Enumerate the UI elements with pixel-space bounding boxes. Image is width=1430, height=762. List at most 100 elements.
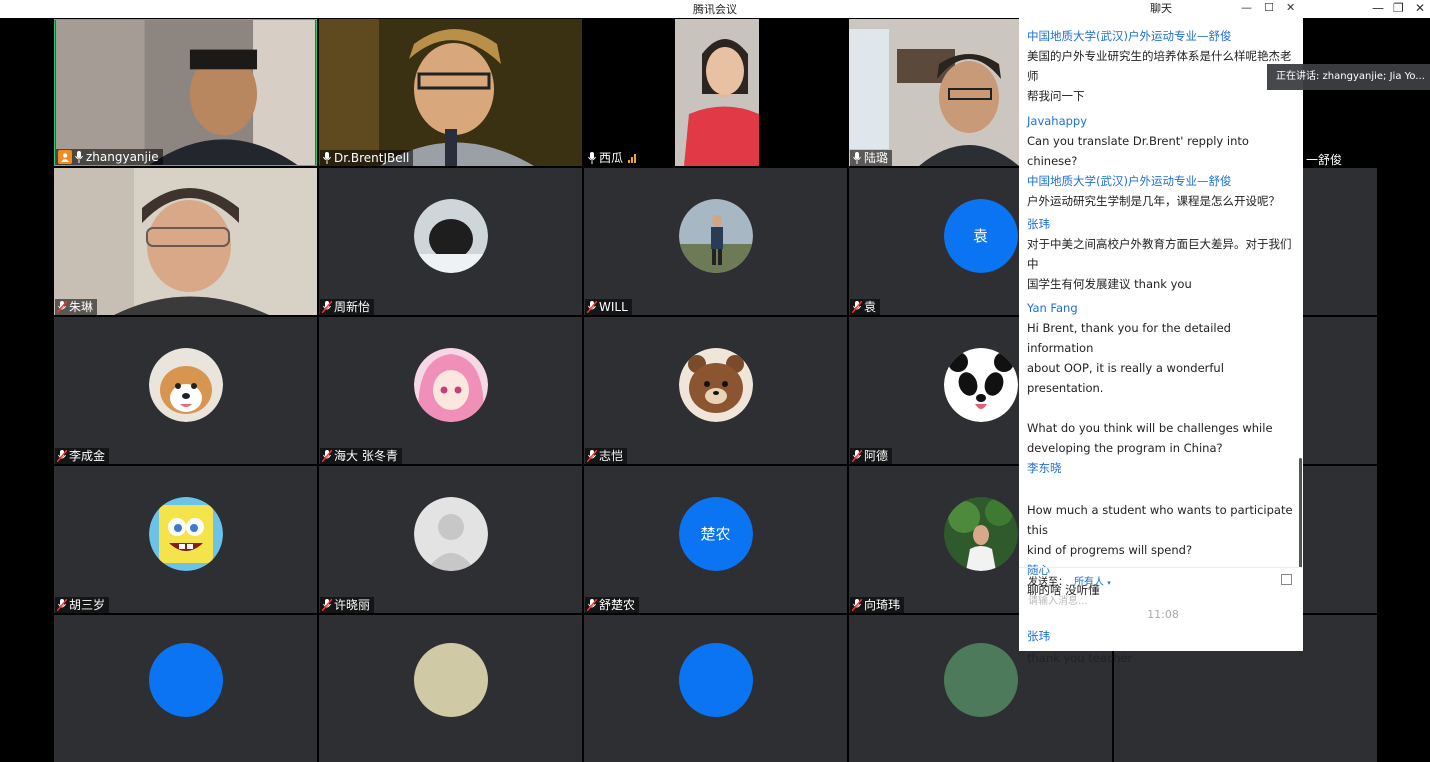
camera-video	[319, 19, 582, 166]
avatar-initials: 袁	[943, 198, 1018, 273]
signal-strength-icon	[628, 153, 637, 163]
participant-name: 阿德	[864, 449, 889, 463]
avatar-initials: 楚农	[678, 496, 753, 571]
microphone-muted-icon	[852, 301, 862, 313]
participant-tile[interactable]: 李成金	[54, 317, 317, 464]
participant-tile[interactable]: 海大 张冬青	[319, 317, 582, 464]
spongebob-avatar	[148, 496, 223, 571]
participant-name: 周新怡	[334, 300, 371, 314]
shiba-dog-avatar	[148, 347, 223, 422]
participant-name: 胡三岁	[69, 598, 106, 612]
participant-label: Dr.BrentJBell	[320, 150, 414, 166]
send-to-label: 发送至：	[1028, 577, 1068, 588]
participant-tile[interactable]: 朱琳	[54, 168, 317, 315]
participant-label: 李成金	[55, 448, 110, 464]
microphone-icon	[322, 152, 332, 164]
photo-avatar	[944, 643, 1018, 717]
microphone-muted-icon	[57, 599, 67, 611]
speaking-banner: 正在讲话: zhangyanjie; Jia Yo...	[1267, 64, 1430, 90]
participant-label: 胡三岁	[55, 597, 110, 613]
participant-tile[interactable]: 西瓜	[584, 19, 847, 166]
participant-name: 向琦玮	[864, 598, 901, 612]
message-line: How much a student who wants to particip…	[1027, 503, 1293, 537]
text-avatar: 袁	[943, 198, 1018, 273]
edit-icon[interactable]	[1281, 574, 1292, 585]
chat-message: 张玮 对于中美之间高校户外教育方面巨大差异。对于我们中 国学生有何发展建议 th…	[1027, 214, 1299, 294]
person-with-tree-avatar	[943, 496, 1018, 571]
participant-label: 袁	[850, 299, 881, 315]
microphone-icon	[74, 151, 84, 163]
message-input[interactable]: 请输入消息...	[1028, 592, 1088, 607]
message-line: What do you think will be challenges whi…	[1027, 421, 1273, 435]
participant-tile[interactable]: Dr.BrentJBell	[319, 19, 582, 166]
participant-label: WILL	[585, 299, 632, 315]
participant-tile[interactable]: zhangyanjie	[54, 19, 317, 166]
microphone-muted-icon	[587, 599, 597, 611]
minimize-icon[interactable]: —	[1372, 0, 1384, 16]
participant-tile[interactable]: 周新怡	[319, 168, 582, 315]
microphone-muted-icon	[322, 599, 332, 611]
anime-girl-avatar	[413, 347, 488, 422]
chat-message: 中国地质大学(武汉)户外运动专业—舒俊 户外运动研究生学制是几年，课程是怎么开设…	[1027, 171, 1299, 211]
message-line: developing the program in China?	[1027, 441, 1223, 455]
participant-name: 西瓜	[599, 151, 624, 165]
message-line: 帮我问一下	[1027, 89, 1085, 103]
participant-tile[interactable]: WILL	[584, 168, 847, 315]
microphone-icon	[587, 152, 597, 164]
camera-video	[584, 19, 847, 166]
participant-label: zhangyanjie	[56, 149, 163, 165]
chat-composer: 发送至： 所有人 ▾ 请输入消息...	[1019, 567, 1303, 652]
default-person-avatar	[413, 496, 488, 571]
participant-tile[interactable]: 志恺	[584, 317, 847, 464]
participant-label: 阿德	[850, 448, 893, 464]
panda-avatar	[943, 347, 1018, 422]
participant-tile[interactable]	[319, 615, 582, 762]
send-to-dropdown[interactable]: 所有人 ▾	[1074, 577, 1111, 588]
message-line: 国学生有何发展建议 thank you	[1027, 277, 1192, 291]
participant-name: 袁	[864, 300, 877, 314]
microphone-muted-icon	[322, 450, 332, 462]
participant-tile[interactable]: 胡三岁	[54, 466, 317, 613]
microphone-icon	[852, 152, 862, 164]
microphone-muted-icon	[57, 301, 67, 313]
microphone-muted-icon	[322, 301, 332, 313]
participant-tile[interactable]	[584, 615, 847, 762]
participant-tile[interactable]: 楚农 舒楚农	[584, 466, 847, 613]
participant-name: 一舒俊	[1306, 153, 1343, 167]
chat-panel: 聊天 — ☐ ✕ 中国地质大学(武汉)户外运动专业—舒俊 美国的户外专业研究生的…	[1019, 0, 1303, 665]
microphone-muted-icon	[587, 450, 597, 462]
photo-avatar	[414, 643, 488, 717]
participant-name: zhangyanjie	[86, 150, 159, 164]
participant-name: 志恺	[599, 449, 624, 463]
participant-name: Dr.BrentJBell	[334, 151, 410, 165]
microphone-muted-icon	[852, 599, 862, 611]
participant-name: WILL	[599, 300, 628, 314]
participant-label: 西瓜	[585, 150, 641, 166]
participant-label: 周新怡	[320, 299, 375, 315]
restore-icon[interactable]: ❐	[1393, 0, 1404, 16]
message-sender: 张玮	[1027, 217, 1050, 231]
camera-video	[54, 168, 317, 315]
participant-label: 海大 张冬青	[320, 448, 402, 464]
microphone-muted-icon	[57, 450, 67, 462]
chat-scrollbar[interactable]	[1299, 458, 1302, 568]
participant-tile[interactable]	[54, 615, 317, 762]
participant-label: 向琦玮	[850, 597, 905, 613]
participant-label: 陆璐	[850, 150, 893, 166]
message-line: 对于中美之间高校户外教育方面巨大差异。对于我们中	[1027, 237, 1292, 271]
person-outdoors-avatar	[678, 198, 753, 273]
dog-in-snow-avatar	[413, 198, 488, 273]
participant-name: 李成金	[69, 449, 106, 463]
bear-avatar	[678, 347, 753, 422]
chat-message: 中国地质大学(武汉)户外运动专业—舒俊 美国的户外专业研究生的培养体系是什么样呢…	[1027, 26, 1299, 106]
participant-label: 舒楚农	[585, 597, 640, 613]
participant-label: 志恺	[585, 448, 628, 464]
chevron-down-icon: ▾	[1107, 579, 1111, 587]
participant-tile[interactable]: 许晓丽	[319, 466, 582, 613]
chat-message: Yan Fang Hi Brent, thank you for the det…	[1027, 298, 1299, 458]
close-icon[interactable]: ✕	[1415, 0, 1425, 16]
message-line: 美国的户外专业研究生的培养体系是什么样呢艳杰老师	[1027, 49, 1292, 83]
participant-name: 陆璐	[864, 151, 889, 165]
message-line: Can you translate Dr.Brent' repply into …	[1027, 134, 1249, 168]
message-sender: 中国地质大学(武汉)户外运动专业—舒俊	[1027, 174, 1232, 188]
